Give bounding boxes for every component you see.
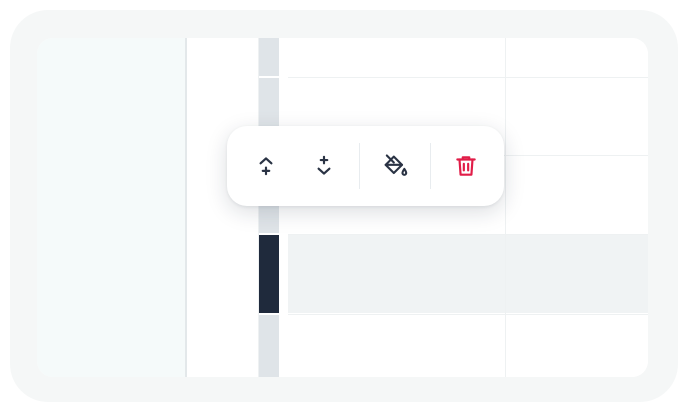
insert-row-below-icon	[311, 153, 337, 179]
column-divider	[505, 38, 506, 377]
left-pane	[37, 38, 185, 377]
window-frame	[10, 10, 678, 402]
insert-row-above-button[interactable]	[237, 140, 295, 192]
row-handle-selected[interactable]	[259, 235, 279, 313]
row-actions-toolbar	[227, 126, 504, 206]
row-divider	[288, 77, 648, 78]
insert-row-below-button[interactable]	[295, 140, 353, 192]
fill-color-button[interactable]	[366, 140, 424, 192]
row-handle[interactable]	[259, 38, 279, 76]
row-divider	[288, 314, 648, 315]
row-handle[interactable]	[259, 315, 279, 377]
grid	[288, 38, 648, 377]
paint-bucket-icon	[381, 152, 409, 180]
insert-row-above-icon	[253, 153, 279, 179]
row-gutter	[187, 38, 259, 377]
trash-icon	[453, 153, 479, 179]
selected-row[interactable]	[288, 235, 648, 313]
spreadsheet-panel	[37, 38, 648, 377]
toolbar-separator	[430, 143, 431, 189]
delete-row-button[interactable]	[437, 140, 495, 192]
toolbar-separator	[359, 143, 360, 189]
